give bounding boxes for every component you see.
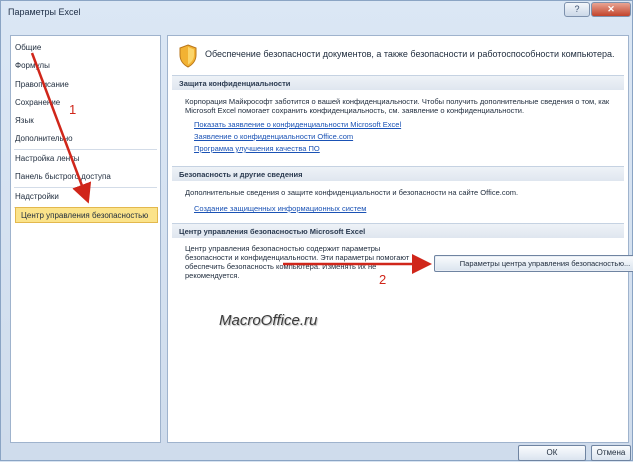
window-title: Параметры Excel <box>8 7 81 17</box>
security-text: Дополнительные сведения о защите конфиде… <box>185 188 519 197</box>
title-bar: Параметры Excel ? ✕ <box>1 1 632 25</box>
sidebar-item-label: Центр управления безопасностью <box>21 211 149 220</box>
options-sidebar: Общие Формулы Правописание Сохранение Яз… <box>10 35 161 443</box>
link-privacy-statement-office[interactable]: Заявление о конфиденциальности Office.co… <box>194 132 353 141</box>
section-header-privacy: Защита конфиденциальности <box>172 75 624 90</box>
sidebar-item-customize-ribbon[interactable]: Настройка ленты <box>15 154 80 163</box>
sidebar-item-formulas[interactable]: Формулы <box>15 61 50 70</box>
sidebar-item-language[interactable]: Язык <box>15 116 34 125</box>
trust-center-settings-button[interactable]: Параметры центра управления безопасность… <box>434 255 633 272</box>
page-headline: Обеспечение безопасности документов, а т… <box>205 49 615 59</box>
ok-button[interactable]: ОК <box>518 445 586 461</box>
sidebar-item-advanced[interactable]: Дополнительно <box>15 134 73 143</box>
sidebar-item-quick-access[interactable]: Панель быстрого доступа <box>15 172 111 181</box>
section-header-security: Безопасность и другие сведения <box>172 166 624 181</box>
main-panel: Обеспечение безопасности документов, а т… <box>167 35 629 443</box>
link-ceip[interactable]: Программа улучшения качества ПО <box>194 144 320 153</box>
shield-icon <box>179 44 197 68</box>
link-trustworthy-computing[interactable]: Создание защищенных информационных систе… <box>194 204 366 213</box>
sidebar-divider <box>14 187 157 188</box>
sidebar-item-proofing[interactable]: Правописание <box>15 80 69 89</box>
annotation-number-2: 2 <box>379 272 387 287</box>
sidebar-item-addins[interactable]: Надстройки <box>15 192 59 201</box>
help-button[interactable]: ? <box>564 2 590 17</box>
link-privacy-statement-excel[interactable]: Показать заявление о конфиденциальности … <box>194 120 401 129</box>
privacy-text: Корпорация Майкрософт заботится о вашей … <box>185 97 610 115</box>
section-header-trust-center: Центр управления безопасностью Microsoft… <box>172 223 624 238</box>
sidebar-item-trust-center[interactable]: Центр управления безопасностью <box>15 207 158 223</box>
annotation-number-1: 1 <box>69 102 77 117</box>
watermark: MacroOffice.ru <box>219 312 318 329</box>
excel-options-window: Параметры Excel ? ✕ Общие Формулы Правоп… <box>0 0 633 461</box>
sidebar-item-save[interactable]: Сохранение <box>15 98 60 107</box>
close-button[interactable]: ✕ <box>591 2 631 17</box>
sidebar-divider <box>14 149 157 150</box>
sidebar-item-general[interactable]: Общие <box>15 43 41 52</box>
cancel-button[interactable]: Отмена <box>591 445 631 461</box>
